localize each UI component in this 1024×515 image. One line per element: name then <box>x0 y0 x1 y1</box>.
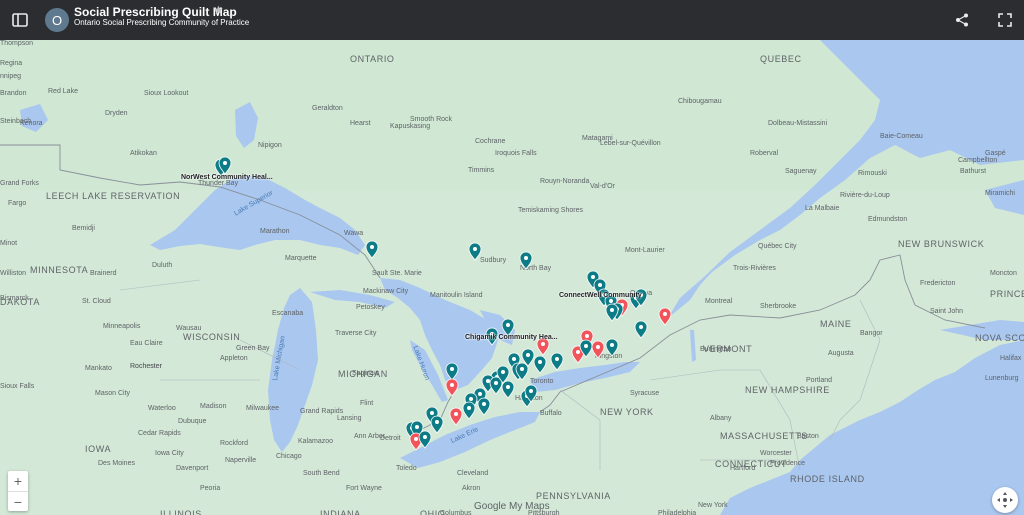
zoom-in-button[interactable]: + <box>8 471 28 492</box>
map-pin[interactable] <box>605 338 619 357</box>
map-pin[interactable] <box>501 380 515 399</box>
map-subtitle: Ontario Social Prescribing Community of … <box>74 18 250 27</box>
map-pin[interactable] <box>477 397 491 416</box>
map-canvas[interactable]: nnipeg Sioux Lookout Dryden Red Lake Atikoka… <box>0 40 1024 515</box>
map-pin[interactable] <box>449 407 463 426</box>
map-pin[interactable] <box>550 352 564 371</box>
map-pin[interactable] <box>430 415 444 434</box>
pin-layer <box>214 156 672 451</box>
pin-label-chigamik[interactable]: Chigamik Community Hea... <box>465 334 558 341</box>
map-pin[interactable] <box>365 240 379 259</box>
zoom-out-button[interactable]: − <box>8 492 28 512</box>
map-pin[interactable] <box>468 242 482 261</box>
share-icon[interactable] <box>948 6 976 34</box>
star-icon[interactable]: ★ <box>213 3 224 17</box>
map-pin[interactable] <box>445 362 459 381</box>
top-bar: O Social Prescribing Quilt Map ★ Ontario… <box>0 0 1024 40</box>
map-pin[interactable] <box>658 307 672 326</box>
avatar[interactable]: O <box>41 4 73 36</box>
map-pin[interactable] <box>519 251 533 270</box>
map-pin[interactable] <box>418 430 432 449</box>
map-pin[interactable] <box>533 355 547 374</box>
locate-icon[interactable] <box>992 487 1018 513</box>
pin-label-connectwell[interactable]: ConnectWell Community <box>559 292 642 299</box>
fullscreen-icon[interactable] <box>991 6 1019 34</box>
map-pin[interactable] <box>634 320 648 339</box>
google-my-maps-logo: Google My Maps <box>474 501 550 512</box>
sidebar-toggle-icon[interactable] <box>6 6 34 34</box>
zoom-controls: + − <box>8 471 28 511</box>
map-pin[interactable] <box>591 340 605 359</box>
pin-label-norwest[interactable]: NorWest Community Heal... <box>181 174 273 181</box>
map-pin[interactable] <box>462 401 476 420</box>
map-pin[interactable] <box>445 378 459 397</box>
